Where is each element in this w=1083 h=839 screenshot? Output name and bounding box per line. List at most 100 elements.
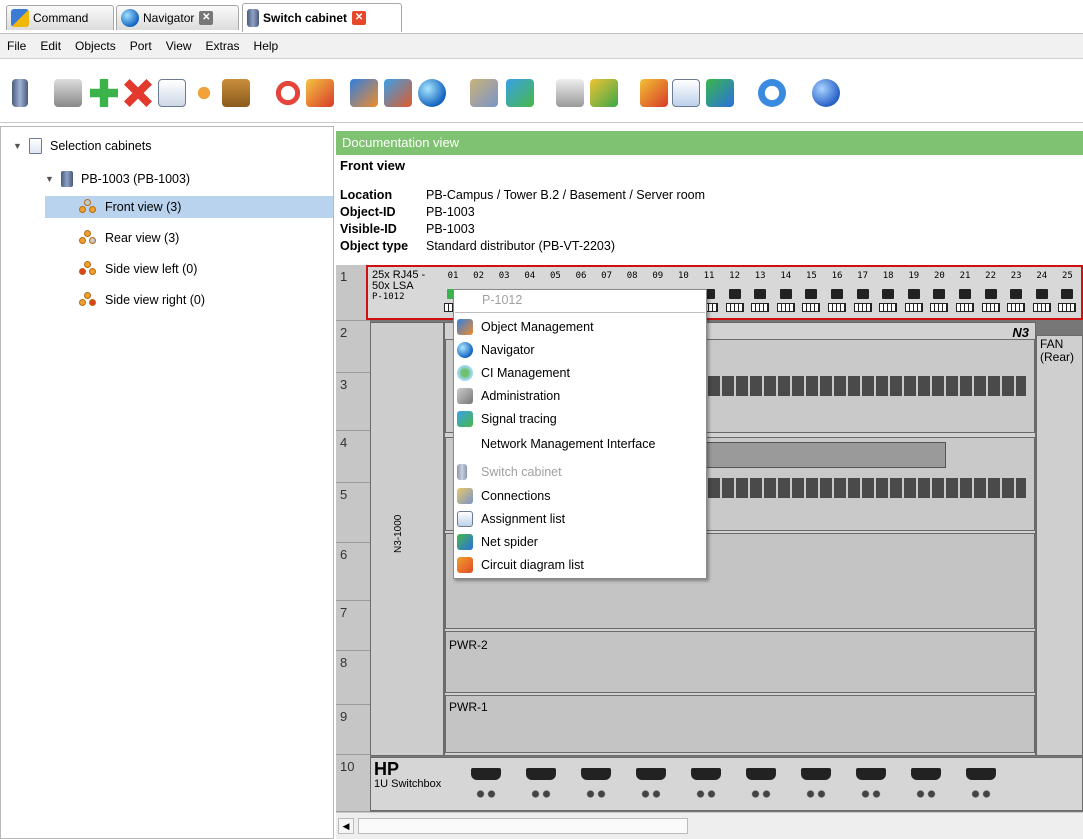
copy-icon[interactable]: [158, 79, 186, 107]
layers-icon[interactable]: [350, 79, 378, 107]
lsa-connector[interactable]: [853, 303, 872, 312]
lsa-connector[interactable]: [1058, 303, 1077, 312]
menu-objects[interactable]: Objects: [68, 39, 123, 53]
delete-icon[interactable]: [124, 79, 152, 107]
menu-port[interactable]: Port: [123, 39, 159, 53]
lsa-connector[interactable]: [828, 303, 846, 312]
ps2-connector[interactable]: [475, 788, 497, 800]
expand-icon[interactable]: ▼: [45, 174, 55, 184]
menu-item-administration[interactable]: Administration: [454, 384, 706, 407]
vga-connector[interactable]: [856, 768, 886, 780]
vga-connector[interactable]: [636, 768, 666, 780]
close-icon[interactable]: ✕: [199, 11, 214, 25]
scroll-thumb[interactable]: [358, 818, 688, 834]
ps2-connector[interactable]: [915, 788, 937, 800]
menu-item-signal-tracing[interactable]: Signal tracing: [454, 407, 706, 430]
vga-connector[interactable]: [966, 768, 996, 780]
lsa-connector[interactable]: [1007, 303, 1026, 312]
ps2-connector[interactable]: [530, 788, 552, 800]
vga-connector[interactable]: [471, 768, 501, 780]
tab-navigator[interactable]: Navigator ✕: [116, 5, 239, 30]
report-icon[interactable]: [672, 79, 700, 107]
menu-file[interactable]: File: [0, 39, 33, 53]
rj45-port[interactable]: [728, 289, 741, 299]
lsa-connector[interactable]: [930, 303, 949, 312]
brush-icon[interactable]: [640, 79, 668, 107]
menu-item-circuit-diagram-list[interactable]: Circuit diagram list: [454, 553, 706, 576]
rj45-port[interactable]: [754, 289, 767, 299]
paste-icon[interactable]: [222, 79, 250, 107]
menu-view[interactable]: View: [159, 39, 199, 53]
rj45-port[interactable]: [933, 289, 946, 299]
lsa-connector[interactable]: [802, 303, 821, 312]
globe-icon[interactable]: [418, 79, 446, 107]
ps2-connector[interactable]: [750, 788, 772, 800]
tree-node-cabinet[interactable]: ▼ PB-1003 (PB-1003): [45, 168, 190, 190]
rj45-port[interactable]: [1061, 289, 1074, 299]
tree-node-side-view-right[interactable]: Side view right (0): [79, 289, 205, 311]
tree-node-selection-cabinets[interactable]: ▼ Selection cabinets: [13, 135, 151, 157]
tree-node-rear-view[interactable]: Rear view (3): [79, 227, 179, 249]
fan-module[interactable]: FAN (Rear): [1036, 335, 1083, 756]
signal-tracing-icon[interactable]: [506, 79, 534, 107]
ps2-connector[interactable]: [695, 788, 717, 800]
cubes-icon[interactable]: [706, 79, 734, 107]
rj45-port[interactable]: [1010, 289, 1023, 299]
menu-item-assignment-list[interactable]: Assignment list: [454, 507, 706, 530]
rj45-port[interactable]: [856, 289, 869, 299]
pencil-remove-icon[interactable]: [306, 79, 334, 107]
ps2-connector[interactable]: [585, 788, 607, 800]
help-icon[interactable]: [812, 79, 840, 107]
tree-node-front-view[interactable]: Front view (3): [45, 196, 333, 218]
scroll-left-icon[interactable]: ◀: [338, 818, 354, 834]
ps2-connector[interactable]: [805, 788, 827, 800]
rj45-port[interactable]: [882, 289, 895, 299]
lsa-connector[interactable]: [751, 303, 770, 312]
tree-node-side-view-left[interactable]: Side view left (0): [79, 258, 197, 280]
rj45-port[interactable]: [907, 289, 920, 299]
hierarchy-icon[interactable]: [384, 79, 412, 107]
power-supply-pwr-2[interactable]: PWR-2: [445, 631, 1035, 693]
ps2-connector[interactable]: [640, 788, 662, 800]
menu-item-ci-management[interactable]: CI Management: [454, 361, 706, 384]
ps2-connector[interactable]: [860, 788, 882, 800]
tab-switch-cabinet[interactable]: Switch cabinet ✕: [242, 3, 402, 32]
rj45-port[interactable]: [984, 289, 997, 299]
expand-icon[interactable]: ▼: [13, 141, 23, 151]
power-supply-pwr-1[interactable]: PWR-1: [445, 695, 1035, 753]
menu-extras[interactable]: Extras: [199, 39, 247, 53]
view-icon[interactable]: [556, 79, 584, 107]
vga-connector[interactable]: [911, 768, 941, 780]
add-icon[interactable]: [90, 79, 118, 107]
rj45-port[interactable]: [1035, 289, 1048, 299]
lsa-connector[interactable]: [879, 303, 898, 312]
cut-icon[interactable]: [190, 79, 218, 107]
lsa-connector[interactable]: [956, 303, 974, 312]
rj45-port[interactable]: [779, 289, 792, 299]
refresh-icon[interactable]: [758, 79, 786, 107]
rj45-port[interactable]: [805, 289, 818, 299]
vga-connector[interactable]: [691, 768, 721, 780]
lsa-connector[interactable]: [1032, 303, 1051, 312]
vga-connector[interactable]: [801, 768, 831, 780]
spider-icon[interactable]: [590, 79, 618, 107]
close-icon[interactable]: ✕: [352, 11, 367, 25]
rj45-port[interactable]: [831, 289, 843, 299]
lsa-connector[interactable]: [904, 303, 923, 312]
print-icon[interactable]: [54, 79, 82, 107]
cabinet-icon[interactable]: [12, 79, 28, 107]
vga-connector[interactable]: [746, 768, 776, 780]
rj45-port[interactable]: [959, 289, 971, 299]
menu-item-network-management-interface[interactable]: Network Management Interface: [454, 432, 706, 455]
tab-command[interactable]: Command: [6, 5, 114, 30]
horizontal-scrollbar[interactable]: ◀: [336, 812, 1083, 839]
vga-connector[interactable]: [581, 768, 611, 780]
ps2-connector[interactable]: [970, 788, 992, 800]
hp-switchbox[interactable]: HP 1U Switchbox: [370, 757, 1083, 811]
vga-connector[interactable]: [526, 768, 556, 780]
menu-item-connections[interactable]: Connections: [454, 484, 706, 507]
lsa-connector[interactable]: [725, 303, 744, 312]
menu-item-navigator[interactable]: Navigator: [454, 338, 706, 361]
lsa-connector[interactable]: [776, 303, 795, 312]
menu-item-net-spider[interactable]: Net spider: [454, 530, 706, 553]
